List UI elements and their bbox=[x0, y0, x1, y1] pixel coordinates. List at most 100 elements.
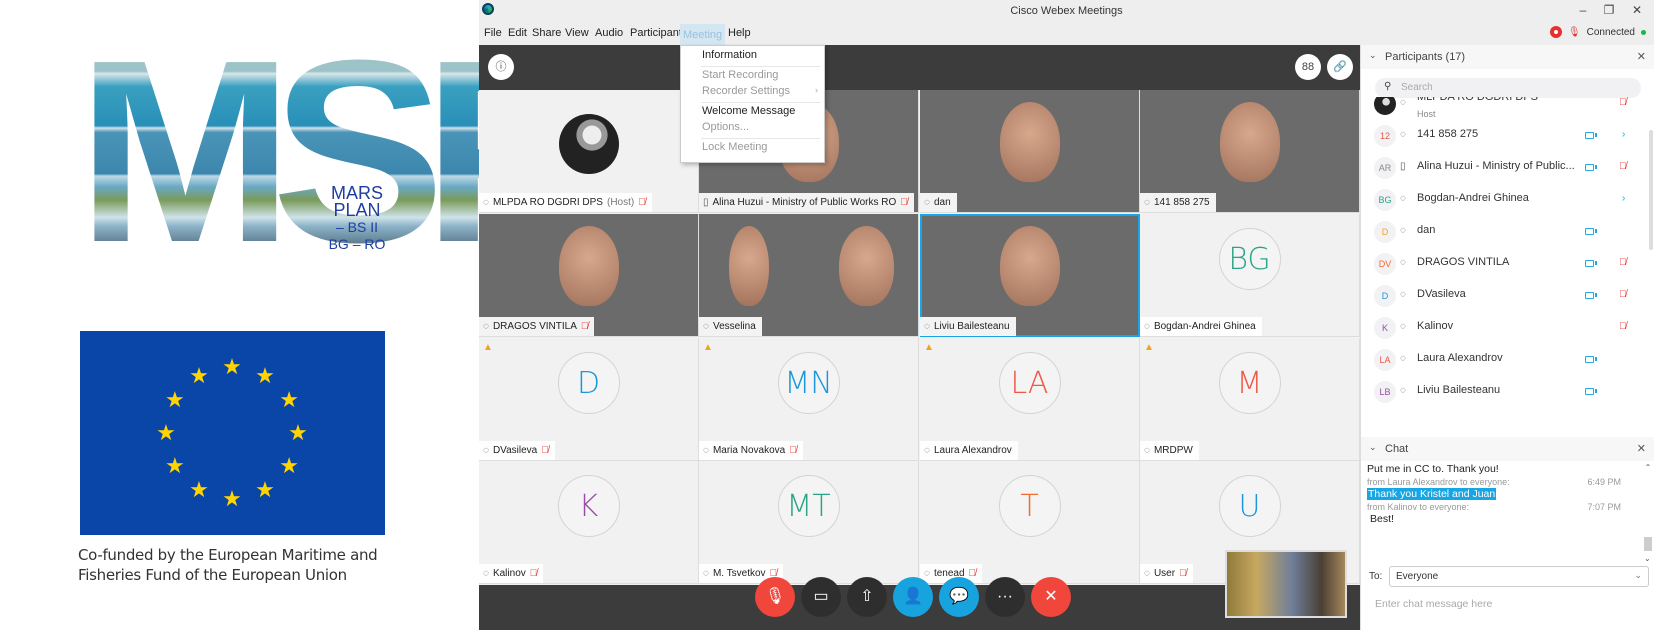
mic-muted-icon[interactable]: 🎙̸ bbox=[1619, 289, 1627, 300]
menu-item-lock-meeting[interactable]: Lock Meeting bbox=[702, 141, 767, 153]
participant-name: Bogdan-Andrei Ghinea bbox=[1153, 321, 1256, 332]
self-view-video[interactable] bbox=[1225, 550, 1347, 618]
participant-row[interactable]: LB ◌ Liviu Bailesteanu bbox=[1361, 377, 1654, 410]
headset-icon: ◌ bbox=[1400, 257, 1406, 268]
menu-view[interactable]: View bbox=[565, 27, 589, 39]
chat-scrollbar[interactable]: ⌃ ⌄ bbox=[1644, 463, 1652, 563]
eu-star-icon: ★ bbox=[255, 362, 275, 388]
mute-button[interactable]: 🎙 bbox=[755, 577, 795, 617]
chat-recipient-row: To: Everyone ⌄ bbox=[1361, 563, 1654, 591]
chat-button[interactable]: 💬 bbox=[939, 577, 979, 617]
eu-star-icon: ★ bbox=[189, 477, 209, 503]
warning-icon: ▲ bbox=[924, 342, 934, 353]
video-tile[interactable]: ◌ Liviu Bailesteanu bbox=[920, 214, 1140, 337]
close-window-button[interactable]: ✕ bbox=[1628, 3, 1646, 17]
participant-name: dan bbox=[1417, 224, 1436, 236]
menu-participant[interactable]: Participant bbox=[630, 27, 682, 39]
participant-video bbox=[559, 226, 619, 306]
host-avatar-photo bbox=[558, 114, 619, 174]
menu-file[interactable]: File bbox=[484, 27, 502, 39]
participant-list-scrollbar[interactable] bbox=[1649, 130, 1653, 250]
menu-item-information[interactable]: Information bbox=[702, 49, 757, 61]
eu-star-icon: ★ bbox=[156, 420, 176, 445]
eu-star-icon: ★ bbox=[279, 453, 300, 478]
initials-avatar: K bbox=[557, 475, 620, 537]
initials-avatar: M bbox=[1218, 352, 1281, 414]
share-button[interactable]: ⇧ bbox=[847, 577, 887, 617]
participant-row[interactable]: LA ◌ Laura Alexandrov bbox=[1361, 345, 1654, 378]
menu-audio[interactable]: Audio bbox=[595, 27, 623, 39]
mic-muted-icon[interactable]: 🎙̸ bbox=[1619, 257, 1627, 268]
message-timestamp: 7:07 PM bbox=[1587, 502, 1621, 512]
video-tile[interactable]: LA ▲ ◌ Laura Alexandrov bbox=[920, 338, 1140, 461]
participant-avatar: DV bbox=[1374, 253, 1396, 275]
video-tile[interactable]: ◌ dan bbox=[920, 90, 1140, 213]
menu-separator bbox=[701, 138, 820, 139]
participant-row[interactable]: BG ◌ Bogdan-Andrei Ghinea › bbox=[1361, 185, 1654, 218]
menu-edit[interactable]: Edit bbox=[508, 27, 527, 39]
participant-row[interactable]: AR ▯ Alina Huzui - Ministry of Public... 🎙̸ bbox=[1361, 153, 1654, 186]
video-tile[interactable]: ◌ 141 858 275 bbox=[1140, 90, 1360, 213]
participant-row[interactable]: DV ◌ DRAGOS VINTILA 🎙̸ bbox=[1361, 249, 1654, 282]
headset-icon: ◌ bbox=[1144, 568, 1150, 579]
chat-message-input[interactable]: Enter chat message here bbox=[1375, 598, 1492, 610]
participant-name: Alina Huzui - Ministry of Public Works R… bbox=[712, 197, 897, 208]
initials-avatar: D bbox=[557, 352, 620, 414]
headset-icon: ◌ bbox=[703, 321, 709, 332]
leave-meeting-button[interactable]: ✕ bbox=[1031, 577, 1071, 617]
menu-item-options[interactable]: Options... bbox=[702, 121, 749, 133]
menu-share[interactable]: Share bbox=[532, 27, 561, 39]
connected-dot-icon bbox=[1641, 29, 1646, 35]
video-tile[interactable]: MT ◌ M. Tsvetkov 🎙̸ bbox=[699, 461, 919, 584]
video-tile[interactable]: M ▲ ◌ MRDPW bbox=[1140, 338, 1360, 461]
layout-button[interactable]: 88 bbox=[1295, 54, 1321, 80]
video-tile[interactable]: T ◌ tenead 🎙̸ bbox=[920, 461, 1140, 584]
restore-button[interactable]: ❐ bbox=[1600, 3, 1618, 17]
eu-star-icon: ★ bbox=[255, 477, 275, 503]
participants-button[interactable]: 👤 bbox=[893, 577, 933, 617]
participant-row[interactable]: D ◌ DVasileva 🎙̸ bbox=[1361, 281, 1654, 314]
participant-row[interactable]: K ◌ Kalinov 🎙̸ bbox=[1361, 313, 1654, 346]
menu-help[interactable]: Help bbox=[728, 27, 751, 39]
side-panel: ⌄ Participants (17) ✕ ⚲ Search ◌ MLPDA RO… bbox=[1360, 45, 1654, 630]
participant-row[interactable]: 12 ◌ 141 858 275 › bbox=[1361, 121, 1654, 154]
tile-name-label: ◌ dan bbox=[920, 193, 957, 212]
menu-item-recorder-settings[interactable]: Recorder Settings bbox=[702, 85, 790, 97]
meeting-info-button[interactable]: ⓘ bbox=[488, 54, 514, 80]
participant-name: Laura Alexandrov bbox=[1417, 352, 1503, 364]
tile-name-label: ◌ DVasileva 🎙̸ bbox=[479, 441, 555, 460]
mic-off-icon: 🎙 bbox=[764, 588, 786, 605]
menu-meeting[interactable]: Meeting bbox=[680, 24, 726, 45]
headset-icon: ◌ bbox=[1400, 129, 1406, 140]
video-tile[interactable]: MN ▲ ◌ Maria Novakova 🎙̸ bbox=[699, 338, 919, 461]
initials-avatar: BG bbox=[1218, 228, 1281, 290]
recipient-select[interactable]: Everyone ⌄ bbox=[1389, 566, 1649, 587]
stop-video-button[interactable]: ▭ bbox=[801, 577, 841, 617]
participant-search-input[interactable]: ⚲ Search bbox=[1375, 78, 1641, 98]
participant-row[interactable]: D ◌ dan bbox=[1361, 217, 1654, 250]
mic-muted-icon[interactable]: 🎙̸ bbox=[1619, 321, 1627, 332]
menu-item-start-recording[interactable]: Start Recording bbox=[702, 69, 778, 81]
video-tile[interactable]: ◌ MLPDA RO DGDRI DPS (Host) 🎙̸ bbox=[479, 90, 699, 213]
participants-header[interactable]: ⌄ Participants (17) ✕ bbox=[1361, 45, 1654, 69]
participant-name: Maria Novakova bbox=[712, 445, 786, 456]
close-chat-button[interactable]: ✕ bbox=[1637, 442, 1646, 455]
chat-header[interactable]: ⌄ Chat ✕ bbox=[1361, 437, 1654, 461]
minimize-button[interactable]: – bbox=[1574, 3, 1592, 17]
eu-star-icon: ★ bbox=[222, 354, 242, 379]
video-tile[interactable]: D ▲ ◌ DVasileva 🎙̸ bbox=[479, 338, 699, 461]
close-icon: ✕ bbox=[1044, 588, 1058, 605]
video-tile[interactable]: ◌ DRAGOS VINTILA 🎙̸ bbox=[479, 214, 699, 337]
more-options-button[interactable]: ··· bbox=[985, 577, 1025, 617]
close-participants-button[interactable]: ✕ bbox=[1637, 50, 1646, 63]
video-tile[interactable]: BG ◌ Bogdan-Andrei Ghinea bbox=[1140, 214, 1360, 337]
headset-icon: ◌ bbox=[1400, 385, 1406, 396]
menu-item-welcome-message[interactable]: Welcome Message bbox=[702, 105, 795, 117]
link-button[interactable]: 🔗 bbox=[1327, 54, 1353, 80]
video-tile[interactable]: K ◌ Kalinov 🎙̸ bbox=[479, 461, 699, 584]
window-title: Cisco Webex Meetings bbox=[1010, 5, 1123, 17]
mic-muted-icon[interactable]: 🎙̸ bbox=[1619, 97, 1627, 108]
participant-row[interactable]: ◌ MLPDA RO DGDRI DPS Host 🎙̸ bbox=[1361, 97, 1654, 122]
video-tile[interactable]: ◌ Vesselina bbox=[699, 214, 919, 337]
mic-muted-icon[interactable]: 🎙̸ bbox=[1619, 161, 1627, 172]
